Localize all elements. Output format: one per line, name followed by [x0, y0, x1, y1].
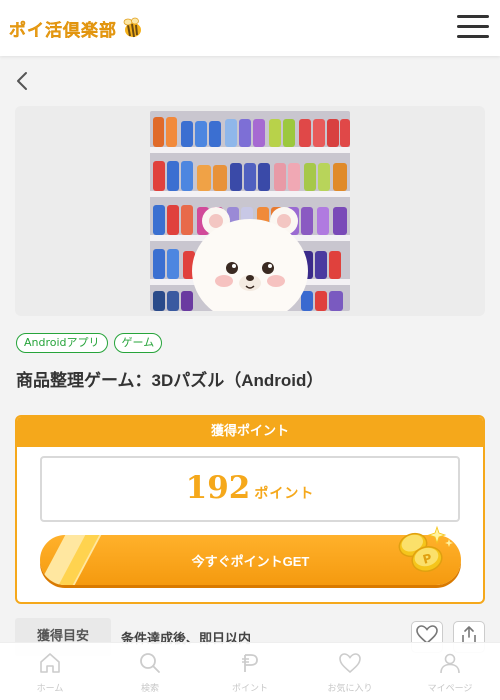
offer-image	[150, 111, 350, 311]
page: ポイ活倶楽部 Androidアプリ ゲーム 商品整理ゲーム：3Dパズル（Andr…	[0, 0, 500, 700]
tag-android-app[interactable]: Androidアプリ	[16, 333, 108, 353]
points-heading: 獲得ポイント	[17, 417, 483, 447]
app-header: ポイ活倶楽部	[0, 0, 500, 56]
coins-icon: P	[393, 523, 455, 581]
hamburger-menu-icon[interactable]	[457, 13, 489, 41]
bee-icon	[121, 17, 143, 39]
site-logo[interactable]: ポイ活倶楽部	[9, 14, 143, 42]
bottom-tab-bar: ホーム 検索 ポイント お気に入り マイページ	[0, 642, 500, 700]
points-panel: 獲得ポイント 192 ポイント 今すぐポイントGET P	[15, 415, 485, 604]
tab-home[interactable]: ホーム	[0, 643, 100, 700]
tab-mypage[interactable]: マイページ	[400, 643, 500, 700]
home-icon	[38, 651, 62, 675]
chevron-left-icon[interactable]	[12, 70, 34, 92]
tab-mypage-label: マイページ	[427, 684, 473, 694]
points-unit: ポイント	[254, 486, 315, 502]
tab-point[interactable]: ポイント	[200, 643, 300, 700]
search-icon	[138, 651, 162, 675]
tab-home-label: ホーム	[36, 684, 64, 694]
category-tags: Androidアプリ ゲーム	[16, 333, 163, 353]
tab-favorites[interactable]: お気に入り	[300, 643, 400, 700]
get-points-label: 今すぐポイントGET	[191, 553, 310, 569]
tab-search[interactable]: 検索	[100, 643, 200, 700]
heart-icon	[338, 651, 362, 675]
tab-search-label: 検索	[140, 684, 159, 694]
tab-point-label: ポイント	[231, 684, 268, 694]
user-icon	[438, 651, 462, 675]
offer-title: 商品整理ゲーム：3Dパズル（Android）	[16, 371, 324, 390]
points-value: 192	[185, 470, 251, 506]
points-display: 192 ポイント	[40, 456, 460, 522]
tab-favorites-label: お気に入り	[327, 684, 373, 694]
logo-text: ポイ活倶楽部	[9, 20, 117, 41]
point-icon	[238, 651, 262, 675]
tag-game[interactable]: ゲーム	[113, 333, 163, 353]
